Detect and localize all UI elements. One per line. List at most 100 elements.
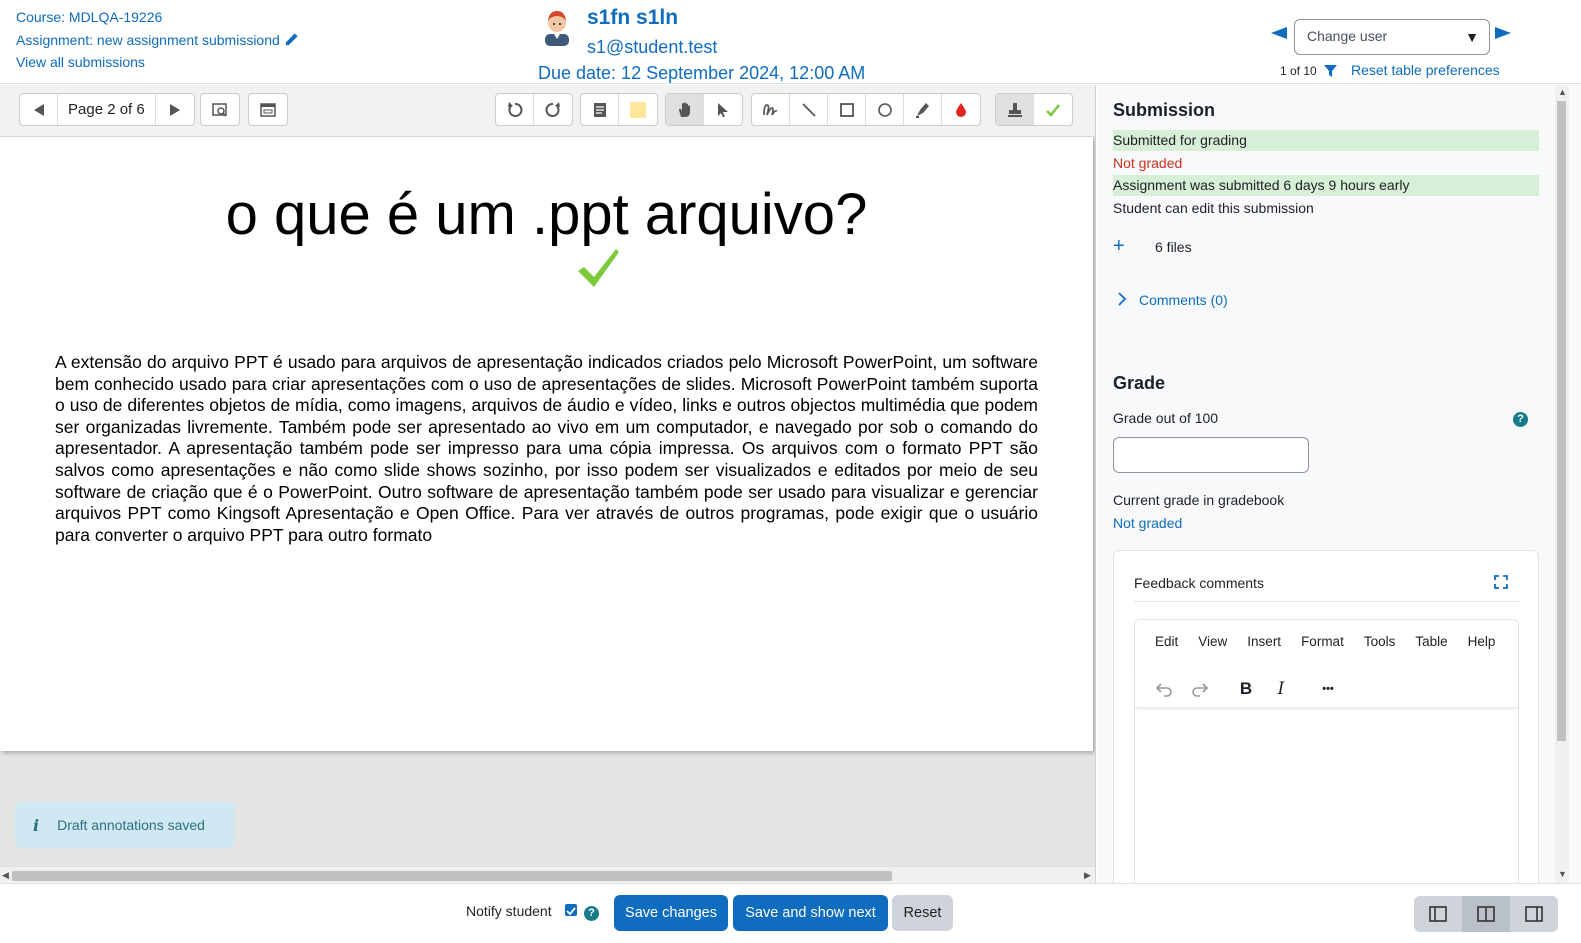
hand-icon[interactable] — [666, 94, 704, 125]
search-comments-group — [200, 93, 240, 126]
annotation-color-icon[interactable] — [942, 94, 980, 125]
rotate-right-icon[interactable] — [534, 94, 572, 125]
default-layout-icon[interactable] — [1462, 896, 1510, 932]
italic-icon[interactable]: I — [1266, 674, 1296, 704]
annotation-toolbar: Page 2 of 6 — [0, 85, 1095, 137]
feedback-editor[interactable]: Edit View Insert Format Tools Table Help… — [1134, 619, 1519, 883]
user-name[interactable]: s1fn s1ln — [587, 6, 678, 30]
submission-status: Submitted for grading — [1113, 130, 1539, 151]
chevron-right-icon[interactable] — [1117, 292, 1127, 306]
menu-table[interactable]: Table — [1415, 634, 1447, 649]
grader-header: Course: MDLQA-19226 Assignment: new assi… — [0, 0, 1581, 84]
edit-status: Student can edit this submission — [1113, 200, 1314, 216]
grade-heading: Grade — [1113, 373, 1166, 393]
select-icon[interactable] — [704, 94, 742, 125]
oval-icon[interactable] — [866, 94, 904, 125]
undo-icon[interactable] — [1149, 674, 1179, 704]
info-icon: i — [33, 815, 40, 835]
checkmark-stamp-icon[interactable] — [576, 247, 620, 289]
vertical-scroll-thumb[interactable] — [1557, 101, 1566, 741]
vertical-scrollbar[interactable]: ▲ ▼ — [1555, 85, 1569, 883]
draw-tools-group — [751, 93, 981, 126]
files-count[interactable]: 6 files — [1155, 239, 1192, 255]
grading-status: Not graded — [1113, 155, 1183, 171]
scroll-up-icon[interactable]: ▲ — [1558, 87, 1567, 97]
comment-icon[interactable] — [581, 94, 619, 125]
collapse-review-panel-icon[interactable] — [1510, 896, 1558, 932]
current-grade-link[interactable]: Not graded — [1113, 515, 1182, 531]
redo-icon[interactable] — [1185, 674, 1215, 704]
collapse-grade-panel-icon[interactable] — [1414, 896, 1462, 932]
notify-label: Notify student — [466, 903, 552, 919]
change-user-select[interactable]: Change user ▼ — [1294, 19, 1490, 55]
course-link[interactable]: Course: MDLQA-19226 — [16, 9, 162, 25]
next-user-icon[interactable] — [1494, 26, 1512, 40]
grader-footer: Notify student ? Save changes Save and s… — [0, 883, 1581, 943]
feedback-title: Feedback comments — [1134, 575, 1264, 591]
reset-table-preferences-link[interactable]: Reset table preferences — [1351, 62, 1500, 78]
fullscreen-icon[interactable] — [1494, 575, 1508, 589]
filter-icon[interactable] — [1324, 65, 1337, 77]
save-changes-button[interactable]: Save changes — [614, 895, 728, 931]
rotate-left-icon[interactable] — [496, 94, 534, 125]
assignment-link[interactable]: Assignment: new assignment submissiond — [16, 32, 299, 48]
review-panel: Page 2 of 6 o que é um .ppt arquivo? A e… — [0, 85, 1096, 883]
user-avatar — [545, 11, 569, 46]
submission-timing: Assignment was submitted 6 days 9 hours … — [1113, 175, 1539, 196]
comment-color-icon[interactable] — [619, 94, 657, 125]
check-icon — [566, 907, 576, 916]
current-grade-label: Current grade in gradebook — [1113, 492, 1285, 508]
select-group — [665, 93, 743, 126]
editor-toolbar: B I ••• — [1135, 672, 1518, 708]
rectangle-icon[interactable] — [828, 94, 866, 125]
grade-input[interactable] — [1113, 437, 1309, 473]
search-comments-icon[interactable] — [201, 94, 239, 125]
submission-heading: Submission — [1113, 100, 1216, 120]
menu-tools[interactable]: Tools — [1364, 634, 1396, 649]
user-email: s1@student.test — [587, 37, 718, 57]
scroll-left-icon[interactable]: ◀ — [2, 870, 9, 881]
grade-help-icon[interactable]: ? — [1513, 412, 1528, 427]
expand-comments-group — [248, 93, 288, 126]
grading-panel: Submission Submitted for grading Not gra… — [1097, 85, 1581, 883]
reset-button[interactable]: Reset — [892, 895, 953, 931]
comment-group — [580, 93, 658, 126]
previous-user-icon[interactable] — [1270, 26, 1288, 40]
grade-label: Grade out of 100 — [1113, 410, 1219, 426]
line-icon[interactable] — [790, 94, 828, 125]
prev-page-icon[interactable] — [20, 94, 58, 125]
page-select[interactable]: Page 2 of 6 — [58, 94, 156, 125]
menu-view[interactable]: View — [1198, 634, 1227, 649]
view-all-submissions-link[interactable]: View all submissions — [16, 54, 145, 70]
expand-comments-icon[interactable] — [249, 94, 287, 125]
scroll-right-icon[interactable]: ▶ — [1084, 870, 1091, 881]
menu-edit[interactable]: Edit — [1155, 634, 1178, 649]
save-and-show-next-button[interactable]: Save and show next — [733, 895, 888, 931]
document-page[interactable]: o que é um .ppt arquivo? A extensão do a… — [0, 137, 1093, 751]
feedback-divider — [1134, 601, 1519, 602]
layout-switcher — [1414, 896, 1558, 932]
page-navigation: Page 2 of 6 — [19, 93, 195, 126]
pen-icon[interactable] — [752, 94, 790, 125]
next-page-icon[interactable] — [156, 94, 194, 125]
notify-help-icon[interactable]: ? — [584, 906, 599, 921]
horizontal-scrollbar[interactable]: ◀ ▶ — [0, 866, 1095, 883]
stamp-icon[interactable] — [996, 94, 1034, 125]
rotate-group — [495, 93, 573, 126]
menu-insert[interactable]: Insert — [1247, 634, 1281, 649]
menu-help[interactable]: Help — [1468, 634, 1496, 649]
pencil-icon[interactable] — [284, 32, 299, 47]
highlight-icon[interactable] — [904, 94, 942, 125]
horizontal-scroll-thumb[interactable] — [12, 871, 892, 881]
feedback-card: Feedback comments Edit View Insert Forma… — [1113, 550, 1539, 883]
expand-files-icon[interactable]: + — [1113, 235, 1125, 258]
caret-down-icon: ▼ — [1465, 29, 1479, 45]
bold-icon[interactable]: B — [1231, 674, 1261, 704]
document-title: o que é um .ppt arquivo? — [225, 182, 868, 247]
notify-checkbox[interactable] — [565, 904, 577, 916]
stamp-check-icon[interactable] — [1034, 94, 1072, 125]
more-icon[interactable]: ••• — [1313, 674, 1343, 704]
menu-format[interactable]: Format — [1301, 634, 1344, 649]
comments-link[interactable]: Comments (0) — [1139, 292, 1228, 308]
scroll-down-icon[interactable]: ▼ — [1558, 869, 1567, 879]
